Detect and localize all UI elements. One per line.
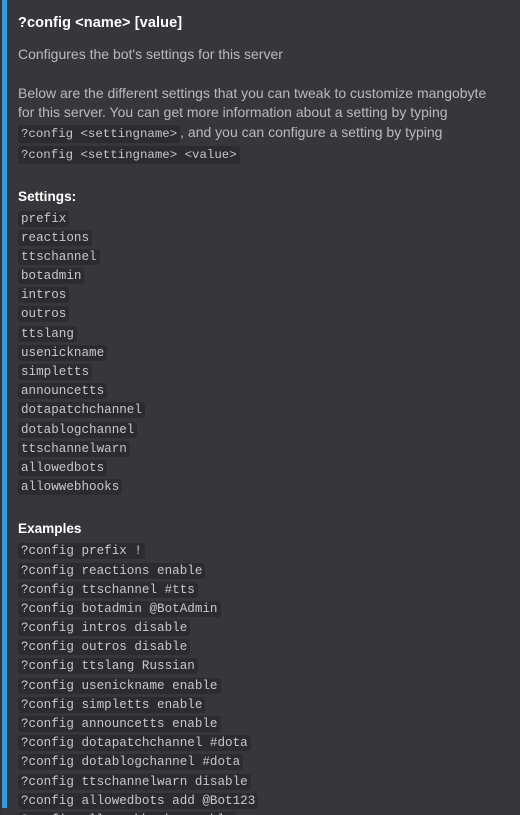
description-text-part-1: Below are the different settings that yo… (18, 84, 487, 121)
setting-name: ttschannelwarn (18, 440, 130, 457)
setting-item: outros (18, 303, 502, 323)
example-command: ?config ttschannelwarn disable (18, 773, 251, 790)
example-item: ?config outros disable (18, 636, 502, 656)
example-item: ?config botadmin @BotAdmin (18, 598, 502, 617)
setting-name: allowwebhooks (18, 479, 123, 496)
examples-list: ?config prefix ! ?config reactions enabl… (18, 540, 502, 815)
setting-item: ttschannel (18, 246, 502, 265)
embed-description: Configures the bot's settings for this s… (18, 45, 502, 166)
example-item: ?config prefix ! (18, 540, 502, 560)
example-item: ?config usenickname enable (18, 675, 502, 694)
example-command: ?config botadmin @BotAdmin (18, 600, 221, 617)
example-item: ?config ttslang Russian (18, 655, 502, 675)
settings-list: prefix reactions ttschannel botadmin int… (18, 208, 502, 496)
setting-item: allowedbots (18, 457, 502, 476)
setting-name: dotablogchannel (18, 421, 138, 438)
setting-name: prefix (18, 210, 70, 227)
examples-field-title: Examples (18, 521, 82, 537)
example-item: ?config intros disable (18, 617, 502, 637)
example-item: ?config allowedbots add @Bot123 (18, 790, 502, 809)
setting-item: usenickname (18, 342, 502, 361)
setting-name: ttslang (18, 325, 77, 342)
example-command: ?config prefix ! (18, 543, 145, 560)
description-text-part-2: , and you can configure a setting by typ… (180, 123, 443, 140)
inline-code-config-settingname-value: ?config <settingname> <value> (18, 146, 240, 164)
setting-item: botadmin (18, 265, 502, 285)
embed-field-examples: Examples ?config prefix ! ?config reacti… (18, 520, 502, 815)
example-item: ?config ttschannelwarn disable (18, 771, 502, 790)
example-command: ?config dotablogchannel #dota (18, 754, 244, 771)
example-command: ?config announcetts enable (18, 716, 221, 732)
example-command: ?config ttschannel #tts (18, 581, 198, 598)
setting-item: allowwebhooks (18, 476, 502, 496)
example-item: ?config allowwebhooks enable (18, 809, 502, 815)
setting-name: outros (18, 306, 70, 323)
setting-item: simpletts (18, 361, 502, 380)
example-command: ?config outros disable (18, 639, 191, 656)
example-item: ?config announcetts enable (18, 713, 502, 732)
setting-item: reactions (18, 227, 502, 246)
setting-name: intros (18, 287, 70, 304)
example-command: ?config ttslang Russian (18, 658, 198, 675)
setting-item: dotablogchannel (18, 419, 502, 438)
settings-field-title: Settings: (18, 188, 77, 204)
embed-title: ?config <name> [value] (18, 15, 183, 31)
example-command: ?config allowedbots add @Bot123 (18, 792, 259, 809)
inline-code-config-settingname: ?config <settingname> (18, 124, 181, 143)
setting-item: announcetts (18, 380, 502, 400)
example-command: ?config simpletts enable (18, 696, 206, 713)
example-item: ?config ttschannel #tts (18, 579, 502, 598)
setting-item: ttschannelwarn (18, 438, 502, 457)
setting-item: prefix (18, 208, 502, 227)
setting-name: usenickname (18, 344, 108, 361)
setting-name: simpletts (18, 364, 93, 380)
embed-description-summary: Configures the bot's settings for this s… (18, 46, 283, 62)
setting-item: dotapatchchannel (18, 399, 502, 419)
example-command: ?config reactions enable (18, 562, 206, 579)
embed-accent-bar (2, 0, 7, 808)
setting-name: dotapatchchannel (18, 402, 145, 419)
setting-name: botadmin (18, 268, 85, 285)
setting-name: allowedbots (18, 459, 108, 476)
example-item: ?config reactions enable (18, 560, 502, 579)
example-command: ?config dotapatchchannel #dota (18, 735, 251, 752)
example-command: ?config usenickname enable (18, 677, 221, 694)
embed-body: ?config <name> [value] Configures the bo… (18, 0, 520, 815)
setting-item: intros (18, 284, 502, 304)
setting-item: ttslang (18, 323, 502, 342)
example-item: ?config dotapatchchannel #dota (18, 732, 502, 752)
setting-name: ttschannel (18, 248, 100, 265)
example-command: ?config intros disable (18, 620, 191, 637)
setting-name: announcetts (18, 383, 108, 400)
setting-name: reactions (18, 229, 93, 246)
command-help-embed: ?config <name> [value] Configures the bo… (0, 0, 520, 815)
example-item: ?config simpletts enable (18, 694, 502, 713)
embed-description-details: Below are the different settings that yo… (18, 84, 502, 166)
example-item: ?config dotablogchannel #dota (18, 751, 502, 771)
embed-field-settings: Settings: prefix reactions ttschannel bo… (18, 188, 502, 496)
